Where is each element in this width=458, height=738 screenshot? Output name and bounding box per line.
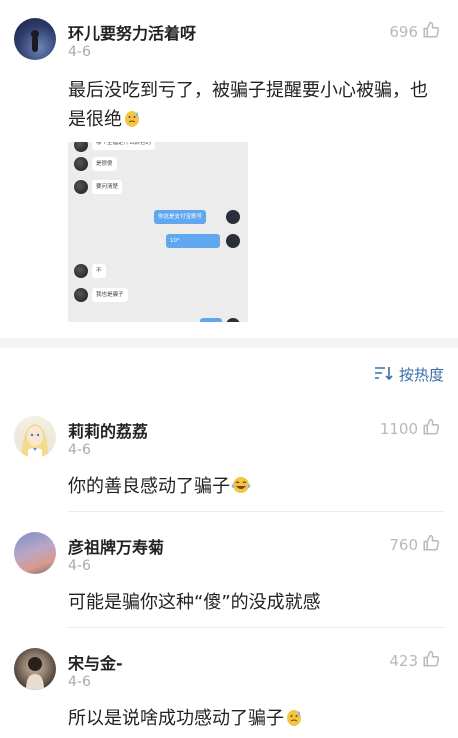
avatar[interactable] (14, 416, 56, 458)
chat-avatar (74, 157, 88, 171)
like-count: 423 (389, 652, 418, 670)
comment-text: 所以是说啥成功感动了骗子 (68, 704, 438, 736)
comment-item-1: 环儿要努力活着呀 4-6 696 最后没吃到亏了，被骗子提醒要小心被骗，也是很绝… (0, 0, 458, 338)
sort-label: 按热度 (398, 366, 444, 384)
chat-avatar (74, 264, 88, 278)
chat-avatar (226, 318, 240, 322)
comment-author[interactable]: 莉莉的荔荔 (68, 418, 148, 442)
comment-author[interactable]: 彦祖牌万寿菊 (68, 534, 164, 558)
like-count: 760 (389, 536, 418, 554)
comment-author[interactable]: 宋与金- (68, 650, 123, 674)
comment-author[interactable]: 环儿要努力活着呀 (68, 20, 196, 44)
sort-icon (373, 365, 393, 385)
chat-avatar (74, 180, 88, 194)
chat-bubble (200, 318, 222, 322)
comment-date: 4-6 (68, 442, 91, 458)
thumbs-up-icon (422, 650, 440, 672)
thumbs-up-icon (422, 418, 440, 440)
chat-avatar (74, 288, 88, 302)
avatar[interactable] (14, 18, 56, 60)
comment-item-4: 宋与金- 4-6 423 所以是说啥成功感动了骗子 (0, 632, 458, 738)
comment-text: 最后没吃到亏了，被骗子提醒要小心被骗，也是很绝 (68, 76, 438, 137)
comment-divider (68, 511, 444, 512)
chat-avatar (226, 234, 240, 248)
comment-date: 4-6 (68, 674, 91, 690)
thumbs-up-icon (422, 534, 440, 556)
comment-item-3: 彦祖牌万寿菊 4-6 760 可能是骗你这种“傻”的没成就感 (0, 516, 458, 628)
thumbs-up-icon (422, 21, 440, 43)
section-divider (0, 338, 458, 348)
chat-screenshot-image[interactable]: 哪个主播是什么颜色的 是很傻 要问清楚 你这是支付宝账号 10° 不 我也是骗子 (68, 142, 248, 322)
comment-date: 4-6 (68, 44, 91, 60)
sort-button[interactable]: 按热度 (373, 364, 444, 385)
chat-bubble: 是很傻 (92, 157, 117, 171)
comment-item-2: 莉莉的荔荔 4-6 1100 你的善良感动了骗子 (0, 400, 458, 512)
like-button[interactable]: 760 (389, 534, 440, 556)
comment-divider (68, 627, 444, 628)
like-button[interactable]: 696 (389, 21, 440, 43)
chat-bubble: 我也是骗子 (92, 288, 128, 302)
like-button[interactable]: 423 (389, 650, 440, 672)
laugh-cry-emoji (230, 475, 252, 504)
comment-date: 4-6 (68, 558, 91, 574)
sweat-emoji (284, 707, 304, 736)
chat-bubble: 10° (166, 234, 220, 248)
avatar[interactable] (14, 532, 56, 574)
comment-text: 可能是骗你这种“傻”的没成就感 (68, 592, 321, 613)
chat-bubble: 要问清楚 (92, 180, 123, 194)
sweat-emoji (122, 108, 142, 137)
avatar[interactable] (14, 648, 56, 690)
chat-avatar (74, 142, 88, 152)
chat-avatar (226, 210, 240, 224)
chat-bubble: 你这是支付宝账号 (154, 210, 207, 224)
comment-text: 你的善良感动了骗子 (68, 472, 438, 504)
like-count: 1100 (379, 420, 418, 438)
chat-bubble: 哪个主播是什么颜色的 (92, 142, 156, 150)
like-button[interactable]: 1100 (380, 418, 440, 440)
like-count: 696 (389, 23, 418, 41)
chat-bubble: 不 (92, 264, 106, 278)
